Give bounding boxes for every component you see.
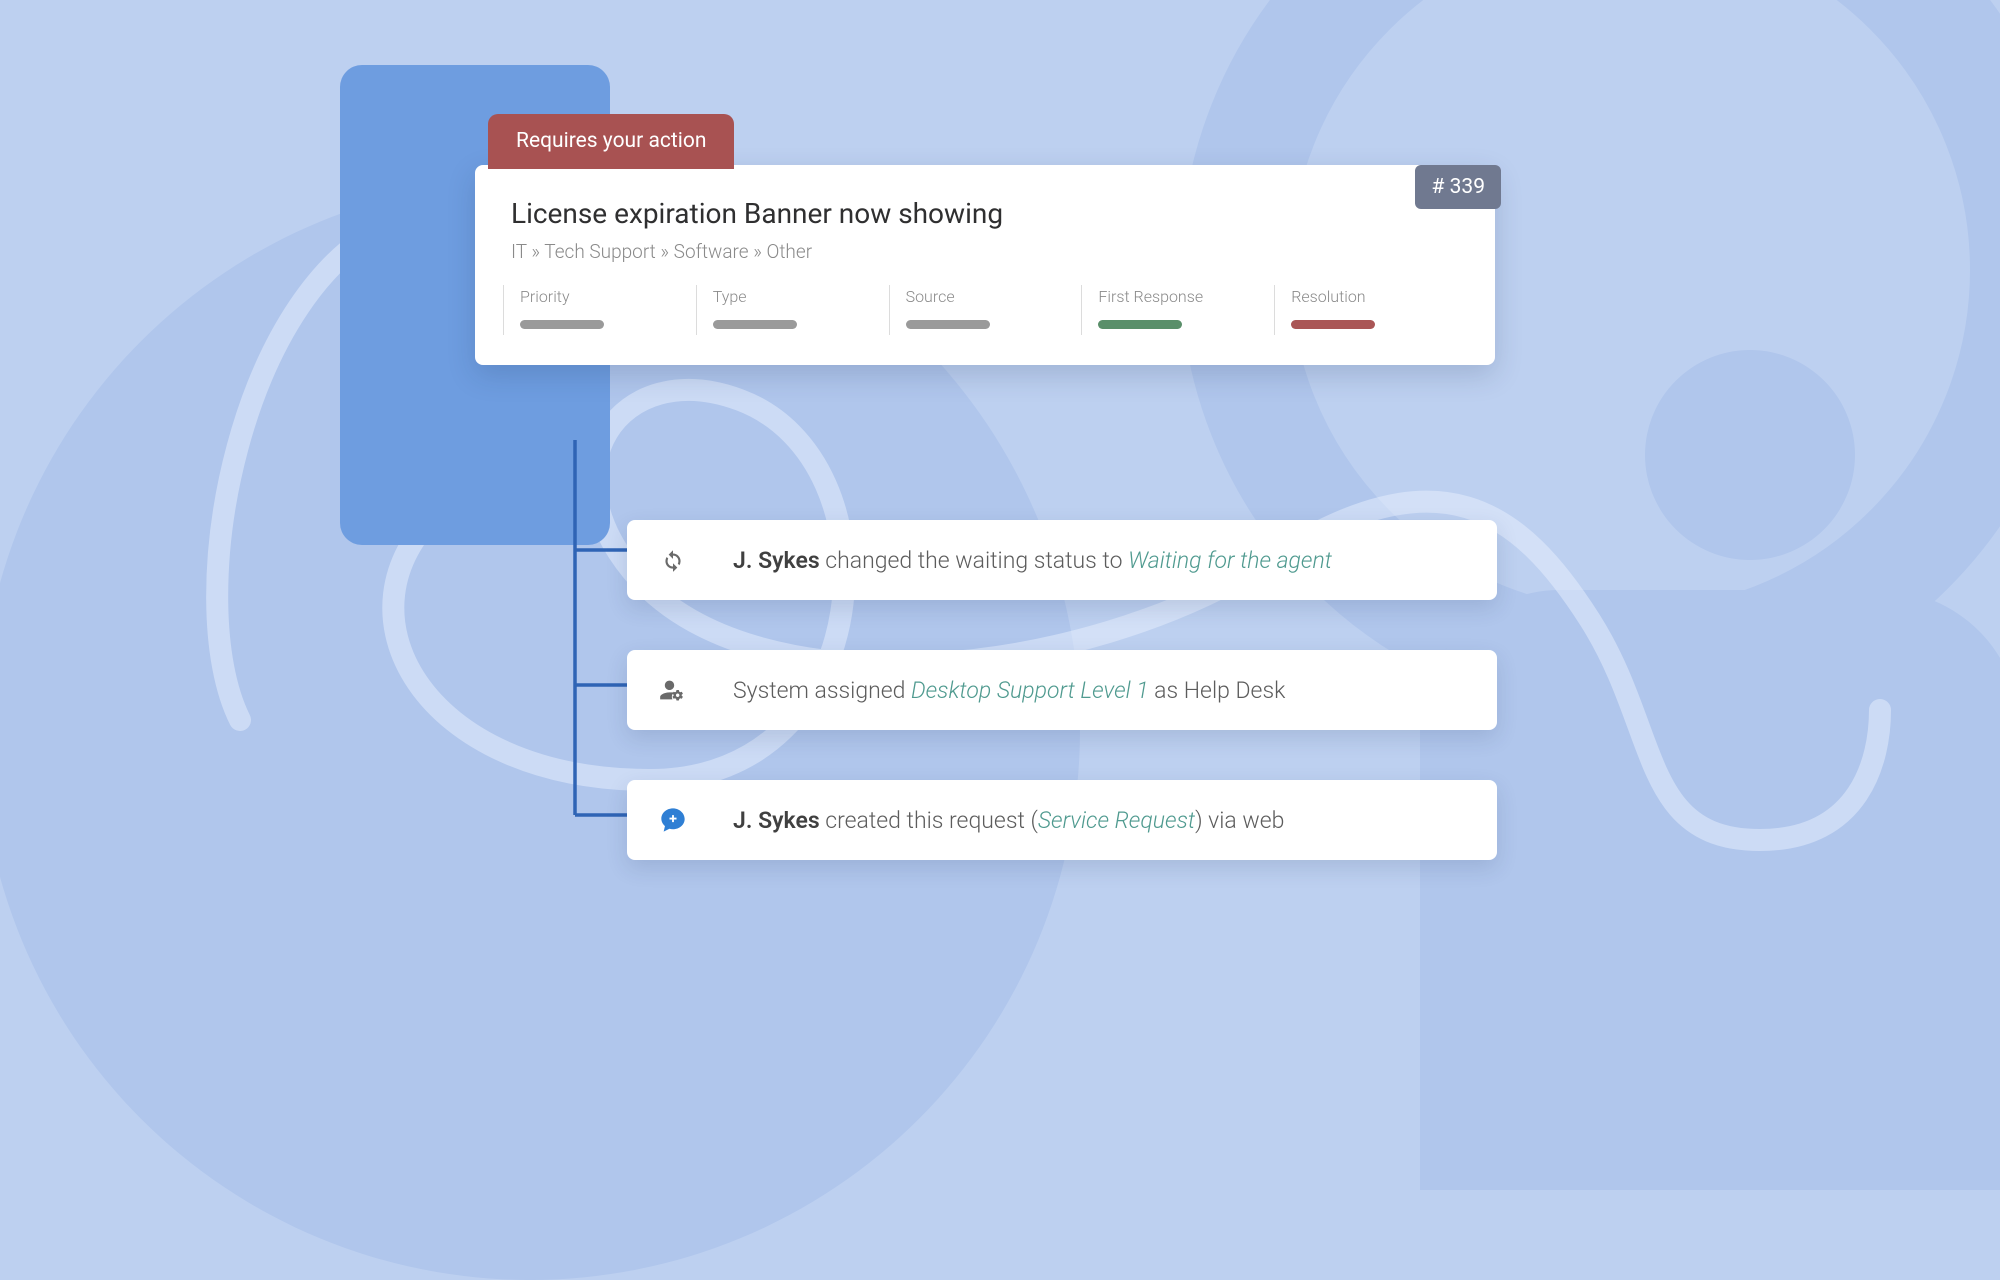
meta-resolution[interactable]: Resolution: [1274, 285, 1467, 335]
meta-source[interactable]: Source: [889, 285, 1082, 335]
meta-label: Source: [906, 287, 1082, 306]
activity-actor: J. Sykes: [733, 547, 820, 574]
users-gear-icon: [657, 674, 689, 706]
refresh-icon: [657, 544, 689, 576]
meta-value-bar: [1291, 320, 1375, 329]
bg-person-head: [1645, 350, 1855, 560]
action-banner-label: Requires your action: [516, 129, 706, 153]
meta-type[interactable]: Type: [696, 285, 889, 335]
meta-priority[interactable]: Priority: [503, 285, 696, 335]
meta-value-bar: [906, 320, 990, 329]
activity-text: J. Sykes changed the waiting status to W…: [733, 547, 1332, 574]
ticket-title: License expiration Banner now showing: [511, 197, 1459, 230]
activity-item[interactable]: J. Sykes changed the waiting status to W…: [627, 520, 1497, 600]
action-banner[interactable]: Requires your action: [488, 114, 734, 169]
activity-emphasis: Waiting for the agent: [1128, 547, 1332, 574]
meta-value-bar: [520, 320, 604, 329]
meta-first-response[interactable]: First Response: [1081, 285, 1274, 335]
activity-text: System assigned Desktop Support Level 1 …: [733, 677, 1285, 704]
meta-label: First Response: [1098, 287, 1274, 306]
ticket-id-badge: # 339: [1415, 165, 1501, 209]
meta-label: Resolution: [1291, 287, 1467, 306]
meta-label: Priority: [520, 287, 696, 306]
meta-label: Type: [713, 287, 889, 306]
activity-actor: J. Sykes: [733, 807, 820, 834]
activity-text: J. Sykes created this request (Service R…: [733, 807, 1284, 834]
meta-value-bar: [713, 320, 797, 329]
comment-plus-icon: [657, 804, 689, 836]
meta-value-bar: [1098, 320, 1182, 329]
meta-row: Priority Type Source First Response Reso…: [475, 285, 1495, 365]
activity-emphasis: Service Request: [1038, 807, 1195, 834]
activity-item[interactable]: System assigned Desktop Support Level 1 …: [627, 650, 1497, 730]
ticket-card: Requires your action License expiration …: [475, 165, 1495, 365]
activity-emphasis: Desktop Support Level 1: [911, 677, 1149, 704]
bg-person-body: [1420, 590, 2000, 1190]
activity-item[interactable]: J. Sykes created this request (Service R…: [627, 780, 1497, 860]
ticket-header: License expiration Banner now showing IT…: [475, 165, 1495, 285]
breadcrumb[interactable]: IT » Tech Support » Software » Other: [511, 240, 1459, 263]
